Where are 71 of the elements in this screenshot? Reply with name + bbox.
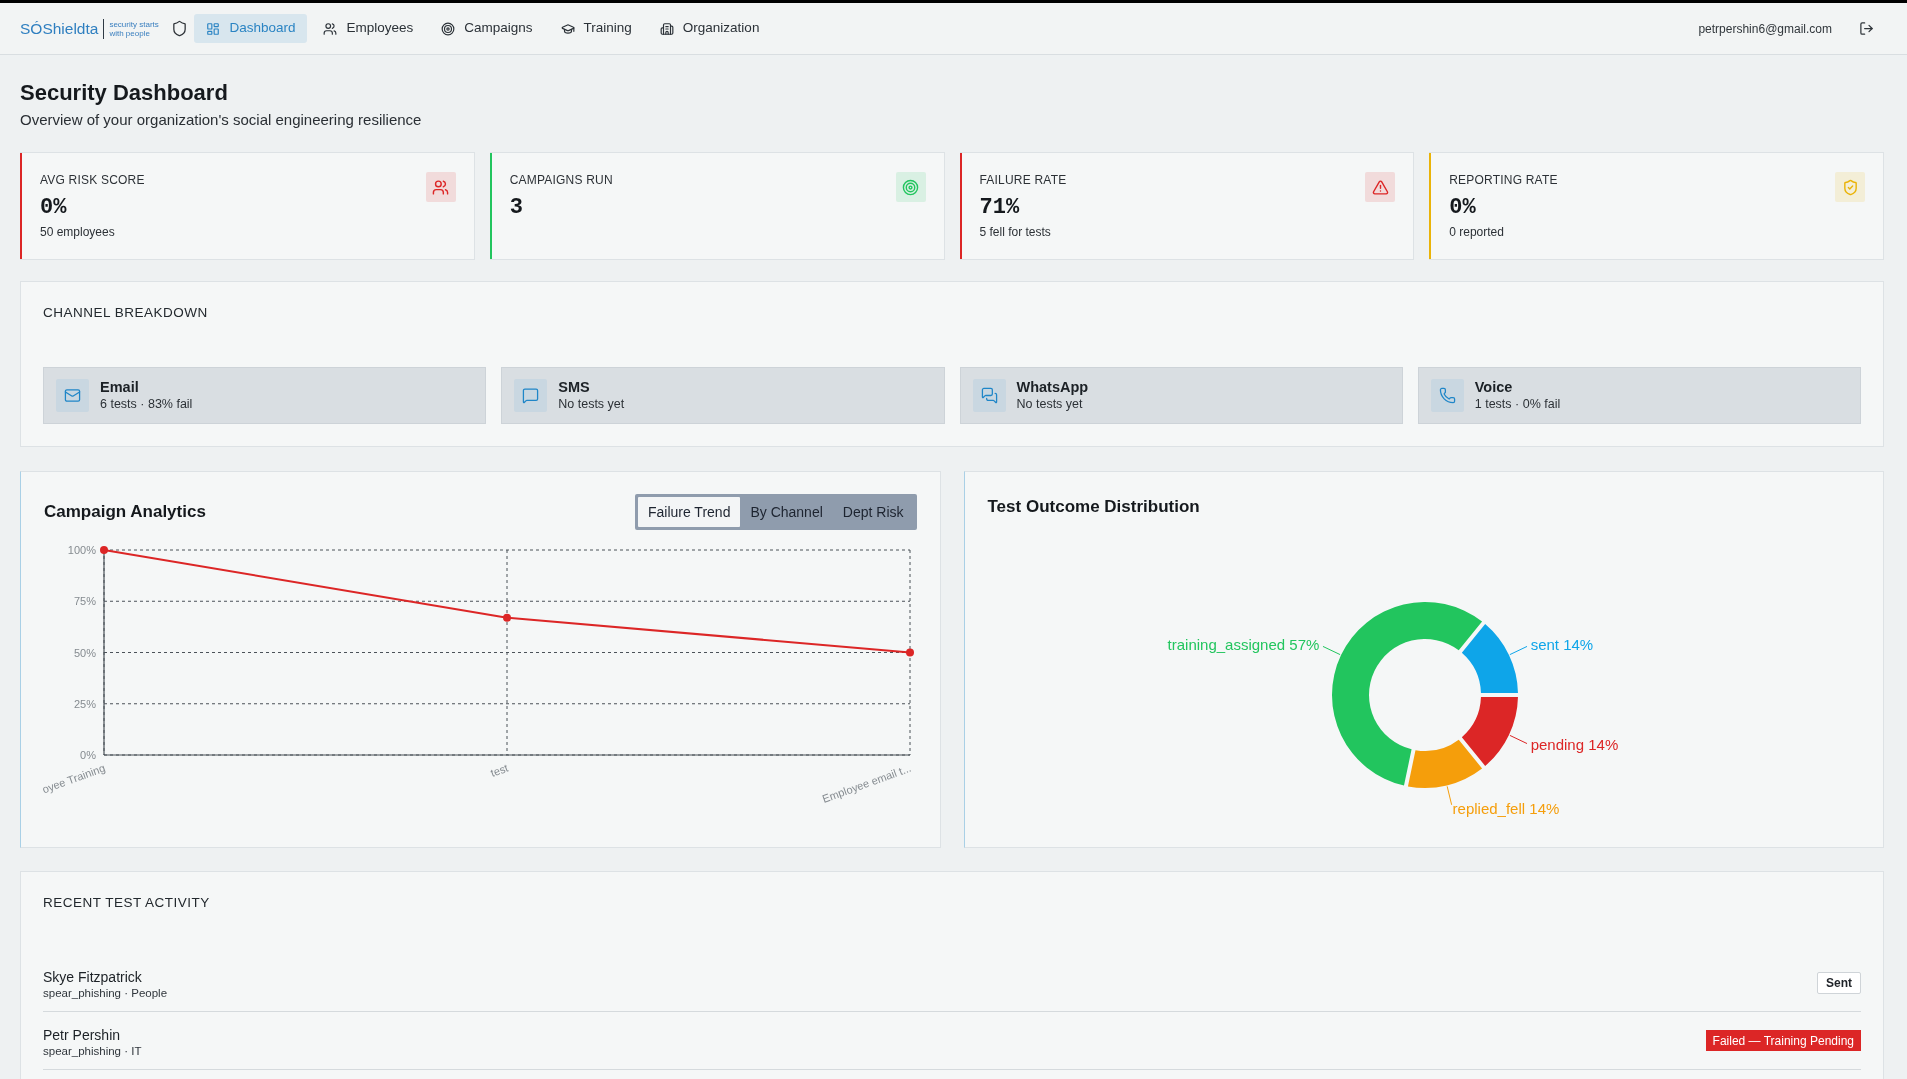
channel-summary: No tests yet xyxy=(1016,396,1084,413)
status-badge: Failed — Training Pending xyxy=(1705,1030,1861,1051)
chart-title: Test Outcome Distribution xyxy=(987,496,1201,518)
axis-label: 100% xyxy=(67,544,96,556)
nav-tab[interactable]: Training xyxy=(548,14,644,43)
phone-icon xyxy=(1430,379,1464,412)
chart-tab[interactable]: By Channel xyxy=(740,497,833,527)
channel-summary: 1 tests · 0% fail xyxy=(1474,396,1561,413)
stat-label: REPORTING RATE xyxy=(1449,172,1558,188)
channel-name: Voice xyxy=(1474,378,1514,396)
mail-icon xyxy=(56,379,89,412)
data-point xyxy=(100,546,108,554)
slice-label: pending 14% xyxy=(1530,736,1618,754)
test-detail: spear_phishing · IT xyxy=(43,1044,142,1059)
channel-name: WhatsApp xyxy=(1016,378,1089,396)
stat-value: 0% xyxy=(40,194,68,222)
chart-title: Campaign Analytics xyxy=(44,501,206,523)
stat-label: CAMPAIGNS RUN xyxy=(509,172,613,188)
nav-tab[interactable]: Employees xyxy=(311,14,426,43)
brand-name: SÓShieldta xyxy=(20,18,99,39)
target-icon xyxy=(441,21,456,36)
data-point xyxy=(906,648,914,657)
graduation-cap-icon xyxy=(560,21,575,36)
data-point xyxy=(503,613,511,622)
axis-label: 50% xyxy=(73,646,96,659)
user-email: petrpershin6@gmail.com xyxy=(1698,20,1832,38)
axis-label: oyee Training xyxy=(40,761,107,796)
section-title: RECENT TEST ACTIVITY xyxy=(43,894,211,912)
users-icon xyxy=(425,172,456,202)
axis-label: 25% xyxy=(73,697,96,710)
axis-label: test xyxy=(488,761,510,779)
target-icon xyxy=(895,172,926,202)
axis-label: 75% xyxy=(73,595,96,608)
channel-summary: No tests yet xyxy=(558,396,625,413)
stat-detail: 5 fell for tests xyxy=(979,224,1052,240)
warning-icon xyxy=(1365,172,1396,202)
shield-check-icon xyxy=(1835,172,1865,202)
stat-value: 0% xyxy=(1449,194,1477,222)
slice-label: sent 14% xyxy=(1530,635,1593,653)
employee-name: Petr Pershin xyxy=(43,1026,122,1044)
test-detail: spear_phishing · People xyxy=(43,986,168,1001)
users-icon xyxy=(323,21,338,36)
stat-value: 71% xyxy=(979,194,1021,222)
chart-tab[interactable]: Failure Trend xyxy=(637,497,741,527)
building-icon xyxy=(659,21,674,36)
logout-icon xyxy=(1859,21,1874,36)
channel-name: SMS xyxy=(558,378,591,396)
channel-summary: 6 tests · 83% fail xyxy=(100,396,193,413)
channel-name: Email xyxy=(100,378,140,396)
slice-label: training_assigned 57% xyxy=(1167,635,1319,653)
nav-tab[interactable]: Campaigns xyxy=(429,14,545,43)
stat-detail: 50 employees xyxy=(40,224,116,240)
logout-button[interactable] xyxy=(1858,20,1875,37)
stat-detail: 0 reported xyxy=(1449,224,1505,240)
nav-tab[interactable]: Organization xyxy=(647,14,772,43)
chart-tab[interactable]: Dept Risk xyxy=(832,497,914,527)
stat-label: AVG RISK SCORE xyxy=(40,172,145,188)
stat-value: 3 xyxy=(509,194,524,222)
page-title: Security Dashboard xyxy=(20,79,229,107)
shield-logo-icon xyxy=(171,19,189,38)
brand-tagline: security starts with people xyxy=(109,19,160,38)
section-title: CHANNEL BREAKDOWN xyxy=(43,304,209,322)
page-subtitle: Overview of your organization's social engineering resilience xyxy=(20,110,423,130)
employee-name: Skye Fitzpatrick xyxy=(43,968,143,986)
stat-label: FAILURE RATE xyxy=(979,172,1067,188)
chat-bubble-icon xyxy=(514,379,548,412)
grid-icon xyxy=(206,21,221,36)
status-badge: Sent xyxy=(1817,971,1861,994)
slice-label: replied_fell 14% xyxy=(1452,799,1559,817)
chat-bubbles-icon xyxy=(972,379,1006,412)
axis-label: 0% xyxy=(80,749,96,761)
